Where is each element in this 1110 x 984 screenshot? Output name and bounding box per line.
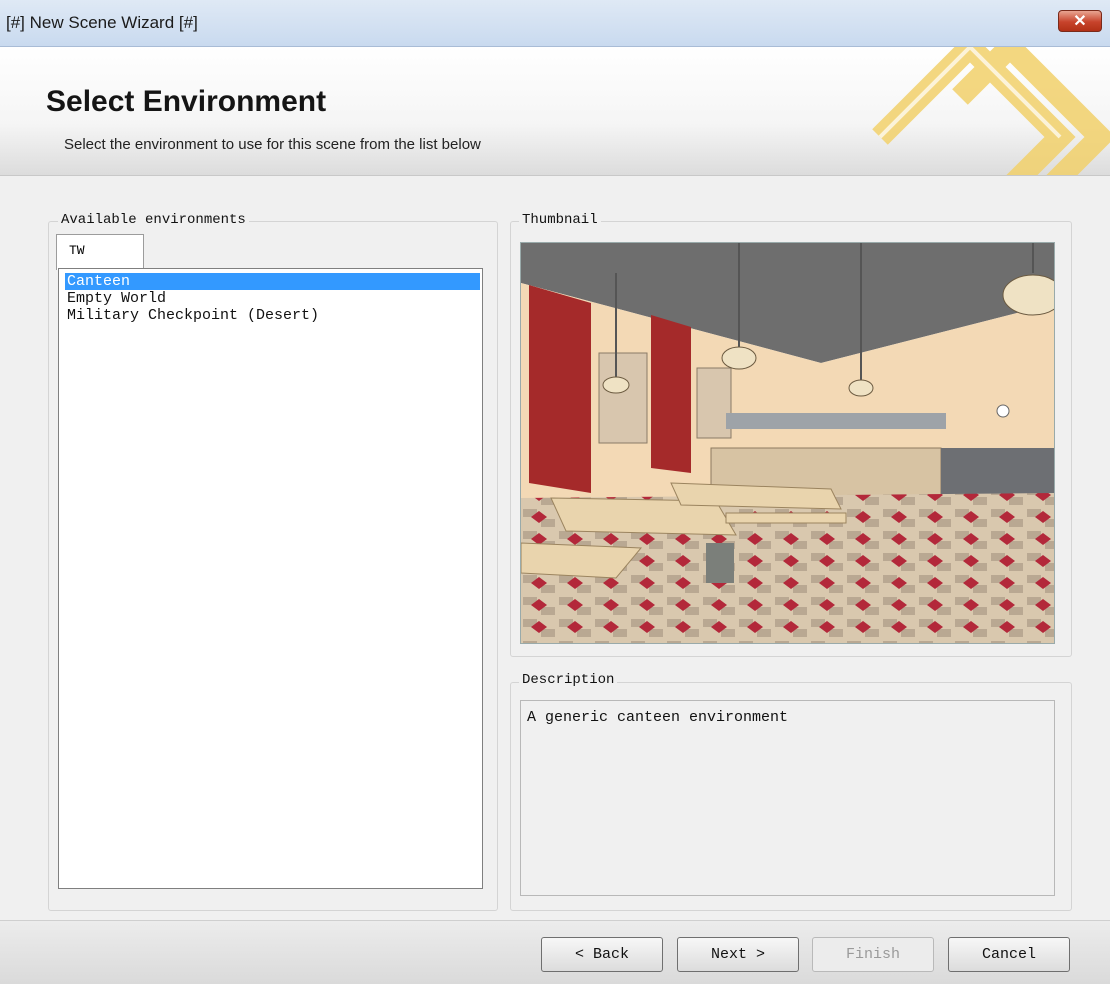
back-button[interactable]: < Back: [541, 937, 663, 972]
page-subtitle: Select the environment to use for this s…: [64, 136, 481, 153]
environment-list[interactable]: Canteen Empty World Military Checkpoint …: [58, 268, 483, 889]
page-title: Select Environment: [46, 85, 327, 118]
wizard-header: Select Environment Select the environmen…: [0, 47, 1110, 176]
close-icon: ✕: [1073, 13, 1087, 30]
environments-label: Available environments: [58, 212, 249, 228]
brand-logo-icon: [872, 47, 1110, 175]
next-button[interactable]: Next >: [677, 937, 799, 972]
canteen-thumbnail-icon: [521, 243, 1054, 643]
thumbnail-image: [520, 242, 1055, 644]
list-item[interactable]: Military Checkpoint (Desert): [59, 307, 482, 324]
description-label: Description: [519, 672, 618, 688]
tab-tw[interactable]: TW: [56, 234, 144, 270]
list-item[interactable]: Canteen: [65, 273, 480, 290]
close-button[interactable]: ✕: [1058, 10, 1102, 32]
description-text: A generic canteen environment: [520, 700, 1055, 896]
list-item[interactable]: Empty World: [59, 290, 482, 307]
finish-button[interactable]: Finish: [812, 937, 934, 972]
thumbnail-label: Thumbnail: [519, 212, 601, 228]
tab-tw-label: TW: [69, 243, 85, 258]
title-bar: [#] New Scene Wizard [#] ✕: [0, 0, 1110, 47]
window-title: [#] New Scene Wizard [#]: [6, 13, 198, 32]
cancel-button[interactable]: Cancel: [948, 937, 1070, 972]
